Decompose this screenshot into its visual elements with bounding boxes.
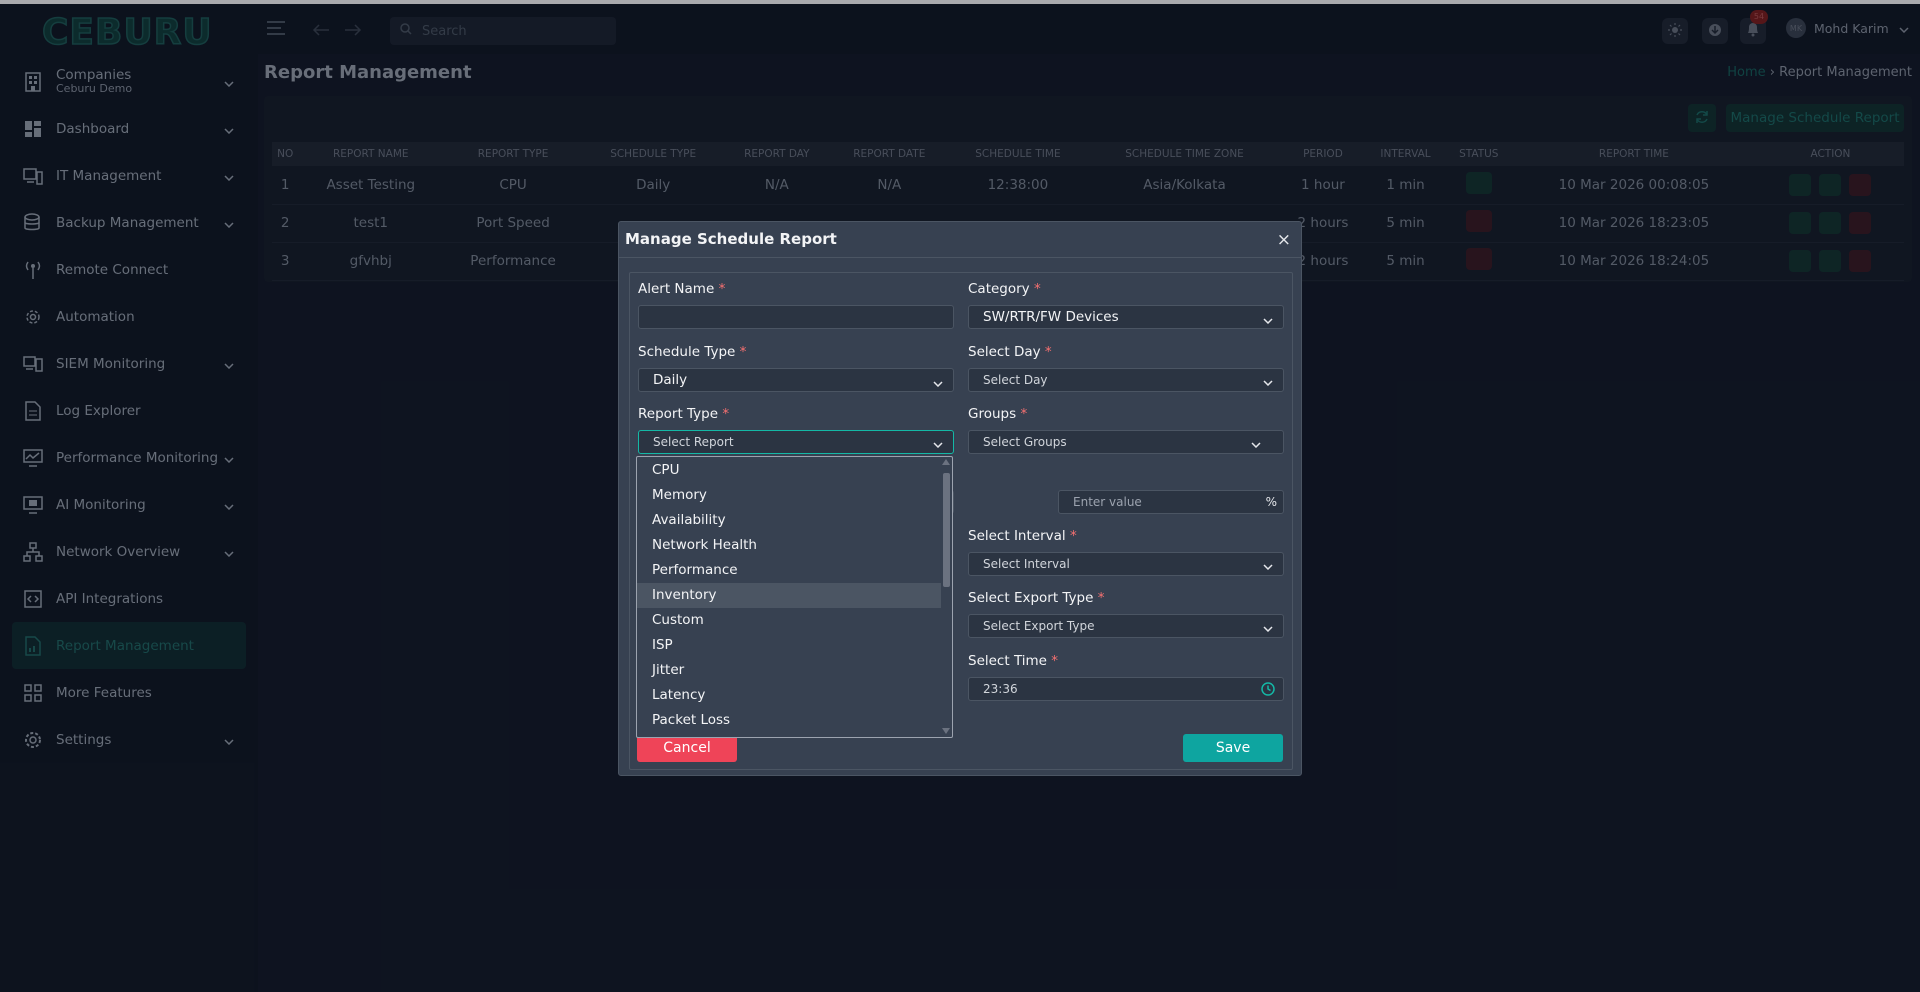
percent-unit: % bbox=[1265, 495, 1277, 509]
scroll-up-arrow-icon[interactable] bbox=[942, 459, 950, 465]
dropdown-scrollbar[interactable] bbox=[943, 473, 950, 587]
chevron-down-icon bbox=[1263, 621, 1273, 635]
alert-name-input[interactable] bbox=[638, 305, 954, 329]
export-type-select[interactable]: Select Export Type bbox=[968, 614, 1284, 638]
chevron-down-icon bbox=[1251, 437, 1261, 451]
report-type-label: Report Type * bbox=[638, 406, 730, 422]
report-type-select[interactable]: Select Report bbox=[638, 430, 954, 454]
clock-icon bbox=[1261, 682, 1275, 699]
modal-title: Manage Schedule Report bbox=[625, 230, 837, 248]
select-time-input[interactable]: 23:36 bbox=[968, 677, 1284, 701]
category-label: Category * bbox=[968, 281, 1041, 297]
alert-name-label: Alert Name * bbox=[638, 281, 726, 297]
close-icon[interactable]: × bbox=[1277, 230, 1291, 250]
option-memory[interactable]: Memory bbox=[637, 483, 941, 508]
select-time-label: Select Time * bbox=[968, 653, 1059, 669]
option-network-health[interactable]: Network Health bbox=[637, 533, 941, 558]
select-interval-select[interactable]: Select Interval bbox=[968, 552, 1284, 576]
option-availability[interactable]: Availability bbox=[637, 508, 941, 533]
option-cpu[interactable]: CPU bbox=[637, 458, 941, 483]
save-button[interactable]: Save bbox=[1183, 734, 1283, 762]
chevron-down-icon bbox=[933, 437, 943, 451]
modal-header: Manage Schedule Report × bbox=[619, 222, 1301, 258]
category-select[interactable]: SW/RTR/FW Devices bbox=[968, 305, 1284, 329]
chevron-down-icon bbox=[1263, 375, 1273, 389]
select-day-label: Select Day * bbox=[968, 344, 1052, 360]
select-day-select[interactable]: Select Day bbox=[968, 368, 1284, 392]
chevron-down-icon bbox=[1263, 312, 1273, 328]
cancel-button[interactable]: Cancel bbox=[637, 734, 737, 762]
report-type-dropdown: CPU Memory Availability Network Health P… bbox=[636, 456, 953, 738]
groups-select[interactable]: Select Groups bbox=[968, 430, 1284, 454]
option-inventory[interactable]: Inventory bbox=[637, 583, 941, 608]
export-type-label: Select Export Type * bbox=[968, 590, 1105, 606]
schedule-type-label: Schedule Type * bbox=[638, 344, 747, 360]
option-isp[interactable]: ISP bbox=[637, 633, 941, 658]
groups-label: Groups * bbox=[968, 406, 1028, 422]
chevron-down-icon bbox=[933, 375, 943, 391]
option-latency[interactable]: Latency bbox=[637, 683, 941, 708]
option-custom[interactable]: Custom bbox=[637, 608, 941, 633]
select-interval-label: Select Interval * bbox=[968, 528, 1077, 544]
option-performance[interactable]: Performance bbox=[637, 558, 941, 583]
option-jitter[interactable]: Jitter bbox=[637, 658, 941, 683]
scroll-down-arrow-icon[interactable] bbox=[942, 728, 950, 734]
option-packet-loss[interactable]: Packet Loss bbox=[637, 708, 941, 733]
threshold-input[interactable]: Enter value% bbox=[1058, 490, 1284, 514]
schedule-type-select[interactable]: Daily bbox=[638, 368, 954, 392]
chevron-down-icon bbox=[1263, 559, 1273, 573]
